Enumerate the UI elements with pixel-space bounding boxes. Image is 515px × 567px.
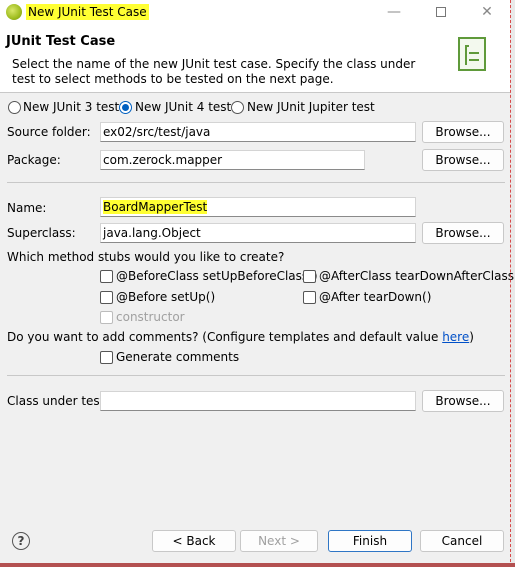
title-bar: New JUnit Test Case — ✕ [0,0,510,24]
background-edge [510,0,515,567]
comments-question: Do you want to add comments? (Configure … [7,328,474,346]
comments-question-close: ) [469,330,474,344]
junit4-label: New JUnit 4 test [135,100,232,114]
junit-wizard-icon [458,37,486,71]
junit3-radio[interactable] [8,101,21,114]
comments-question-text: Do you want to add comments? (Configure … [7,330,443,344]
cancel-button[interactable]: Cancel [420,530,504,552]
header-divider [0,92,510,93]
before-class-label: @BeforeClass setUpBeforeClass() [116,269,318,283]
source-folder-field[interactable]: ex02/src/test/java [100,122,416,142]
after-class-label: @AfterClass tearDownAfterClass() [319,269,515,283]
class-under-test-label: Class under test: [7,394,109,408]
configure-templates-link[interactable]: here [442,330,469,344]
after-label: @After tearDown() [319,290,432,304]
browse-class-under-test-button[interactable]: Browse... [422,390,504,412]
constructor-checkbox[interactable] [100,311,113,324]
constructor-label: constructor [116,310,185,324]
name-label: Name: [7,201,47,215]
divider [7,375,505,376]
browse-source-folder-button[interactable]: Browse... [422,121,504,143]
junit-dialog: New JUnit Test Case — ✕ JUnit Test Case … [0,0,515,563]
junit-jupiter-label: New JUnit Jupiter test [247,100,375,114]
next-button[interactable]: Next > [240,530,318,552]
divider [7,182,505,183]
junit3-label: New JUnit 3 test [23,100,120,114]
name-field[interactable]: BoardMapperTest [100,197,416,217]
source-folder-label: Source folder: [7,125,91,139]
after-checkbox[interactable] [303,291,316,304]
background-strip [0,563,515,567]
generate-comments-label: Generate comments [116,350,240,364]
help-icon[interactable]: ? [12,532,30,550]
browse-package-button[interactable]: Browse... [422,149,504,171]
class-under-test-field[interactable] [100,391,416,411]
superclass-field[interactable]: java.lang.Object [100,223,416,243]
before-class-checkbox[interactable] [100,270,113,283]
header-banner: JUnit Test Case Select the name of the n… [0,24,510,92]
minimize-button[interactable]: — [372,0,416,24]
before-label: @Before setUp() [116,290,216,304]
name-value: BoardMapperTest [103,200,208,214]
generate-comments-checkbox[interactable] [100,351,113,364]
maximize-icon [436,7,446,17]
package-field[interactable]: com.zerock.mapper [100,150,365,170]
maximize-button[interactable] [420,0,464,24]
finish-button[interactable]: Finish [328,530,412,552]
page-title: JUnit Test Case [6,34,116,49]
junit-jupiter-radio[interactable] [231,101,244,114]
junit4-radio[interactable] [119,101,132,114]
after-class-checkbox[interactable] [303,270,316,283]
before-checkbox[interactable] [100,291,113,304]
package-label: Package: [7,153,61,167]
back-button[interactable]: < Back [152,530,236,552]
stubs-question: Which method stubs would you like to cre… [7,250,285,264]
window-title: New JUnit Test Case [26,4,149,20]
superclass-label: Superclass: [7,226,76,240]
close-button[interactable]: ✕ [465,0,509,24]
browse-superclass-button[interactable]: Browse... [422,222,504,244]
header-message: Select the name of the new JUnit test ca… [12,57,416,86]
eclipse-icon [6,4,22,20]
